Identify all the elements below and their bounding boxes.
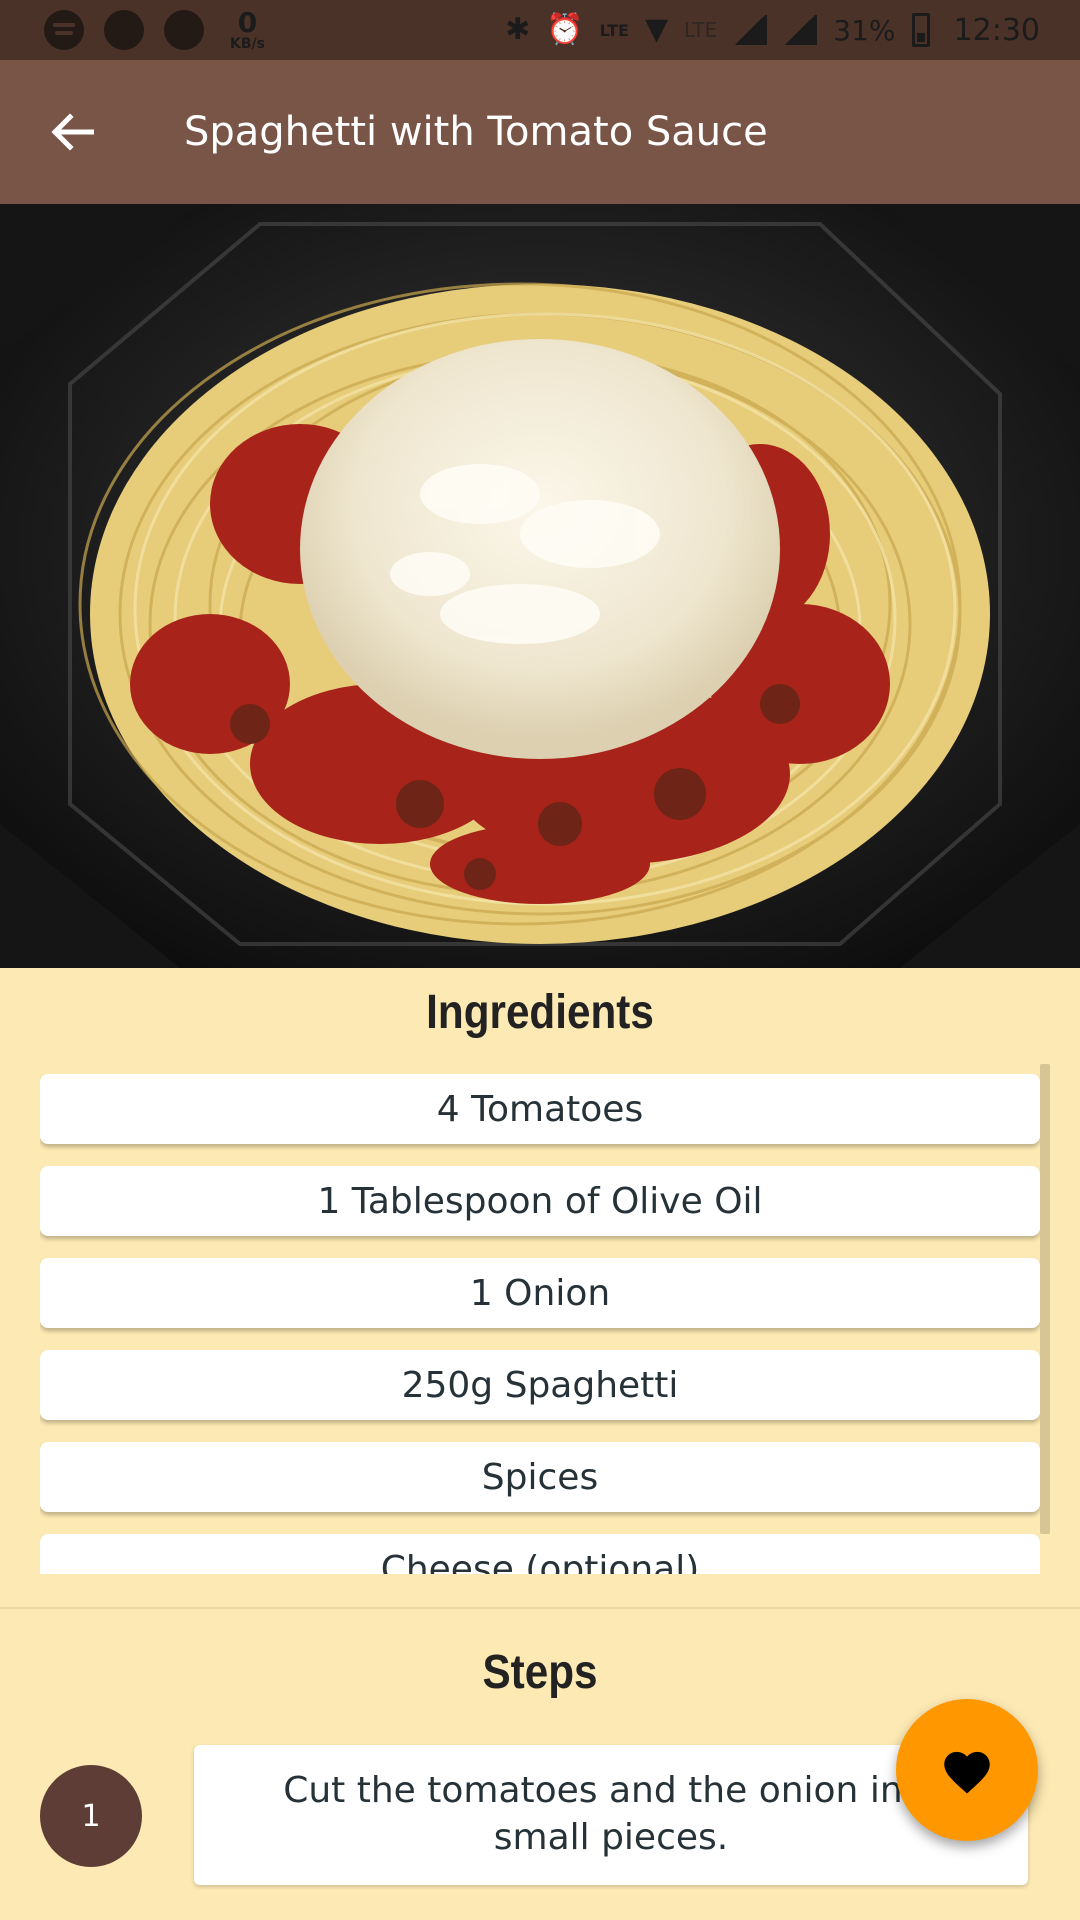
status-left-icons: 0 KB/s — [44, 8, 265, 52]
ingredients-list[interactable]: 4 Tomatoes 1 Tablespoon of Olive Oil 1 O… — [40, 1074, 1040, 1574]
network-speed-unit: KB/s — [230, 36, 265, 52]
battery-percent: 31% — [833, 13, 896, 47]
favorite-button[interactable] — [896, 1699, 1038, 1841]
notification-circle-icon — [104, 10, 144, 50]
lte-icon: LTE — [684, 18, 718, 42]
app-bar: Spaghetti with Tomato Sauce — [0, 60, 1080, 204]
notification-circle-icon — [164, 10, 204, 50]
spotify-icon — [44, 10, 84, 50]
page-title: Spaghetti with Tomato Sauce — [184, 109, 768, 155]
lte-call-icon: LTE — [599, 20, 629, 40]
status-bar: 0 KB/s ✱ ⏰ LTE ▼ LTE 31% 12:30 — [0, 0, 1080, 60]
step-number-badge: 1 — [40, 1765, 142, 1867]
network-speed-value: 0 — [237, 6, 258, 39]
wifi-icon: ▼ — [644, 12, 669, 47]
recipe-image — [0, 204, 1080, 968]
ingredient-item: 1 Onion — [40, 1258, 1040, 1328]
ingredients-scrollbar[interactable] — [1040, 1064, 1050, 1534]
clock: 12:30 — [953, 12, 1040, 48]
ingredient-item: 250g Spaghetti — [40, 1350, 1040, 1420]
ingredient-item: 1 Tablespoon of Olive Oil — [40, 1166, 1040, 1236]
battery-icon — [911, 13, 930, 47]
ingredient-item: Spices — [40, 1442, 1040, 1512]
spaghetti-photo — [0, 204, 1080, 968]
ingredient-item: 4 Tomatoes — [40, 1074, 1040, 1144]
signal-icon — [783, 15, 818, 45]
alarm-icon: ⏰ — [546, 12, 584, 47]
back-button[interactable] — [40, 104, 104, 160]
bluetooth-icon: ✱ — [505, 12, 531, 47]
ingredients-title: Ingredients — [426, 986, 654, 1039]
signal-icon — [733, 15, 768, 45]
section-divider — [0, 1607, 1080, 1609]
status-right-icons: ✱ ⏰ LTE ▼ LTE 31% 12:30 — [505, 8, 1040, 52]
network-speed: 0 KB/s — [230, 6, 265, 52]
arrow-back-icon — [51, 113, 94, 151]
steps-title: Steps — [482, 1646, 598, 1699]
ingredient-item: Cheese (optional) — [40, 1534, 1040, 1574]
heart-icon — [944, 1751, 990, 1794]
